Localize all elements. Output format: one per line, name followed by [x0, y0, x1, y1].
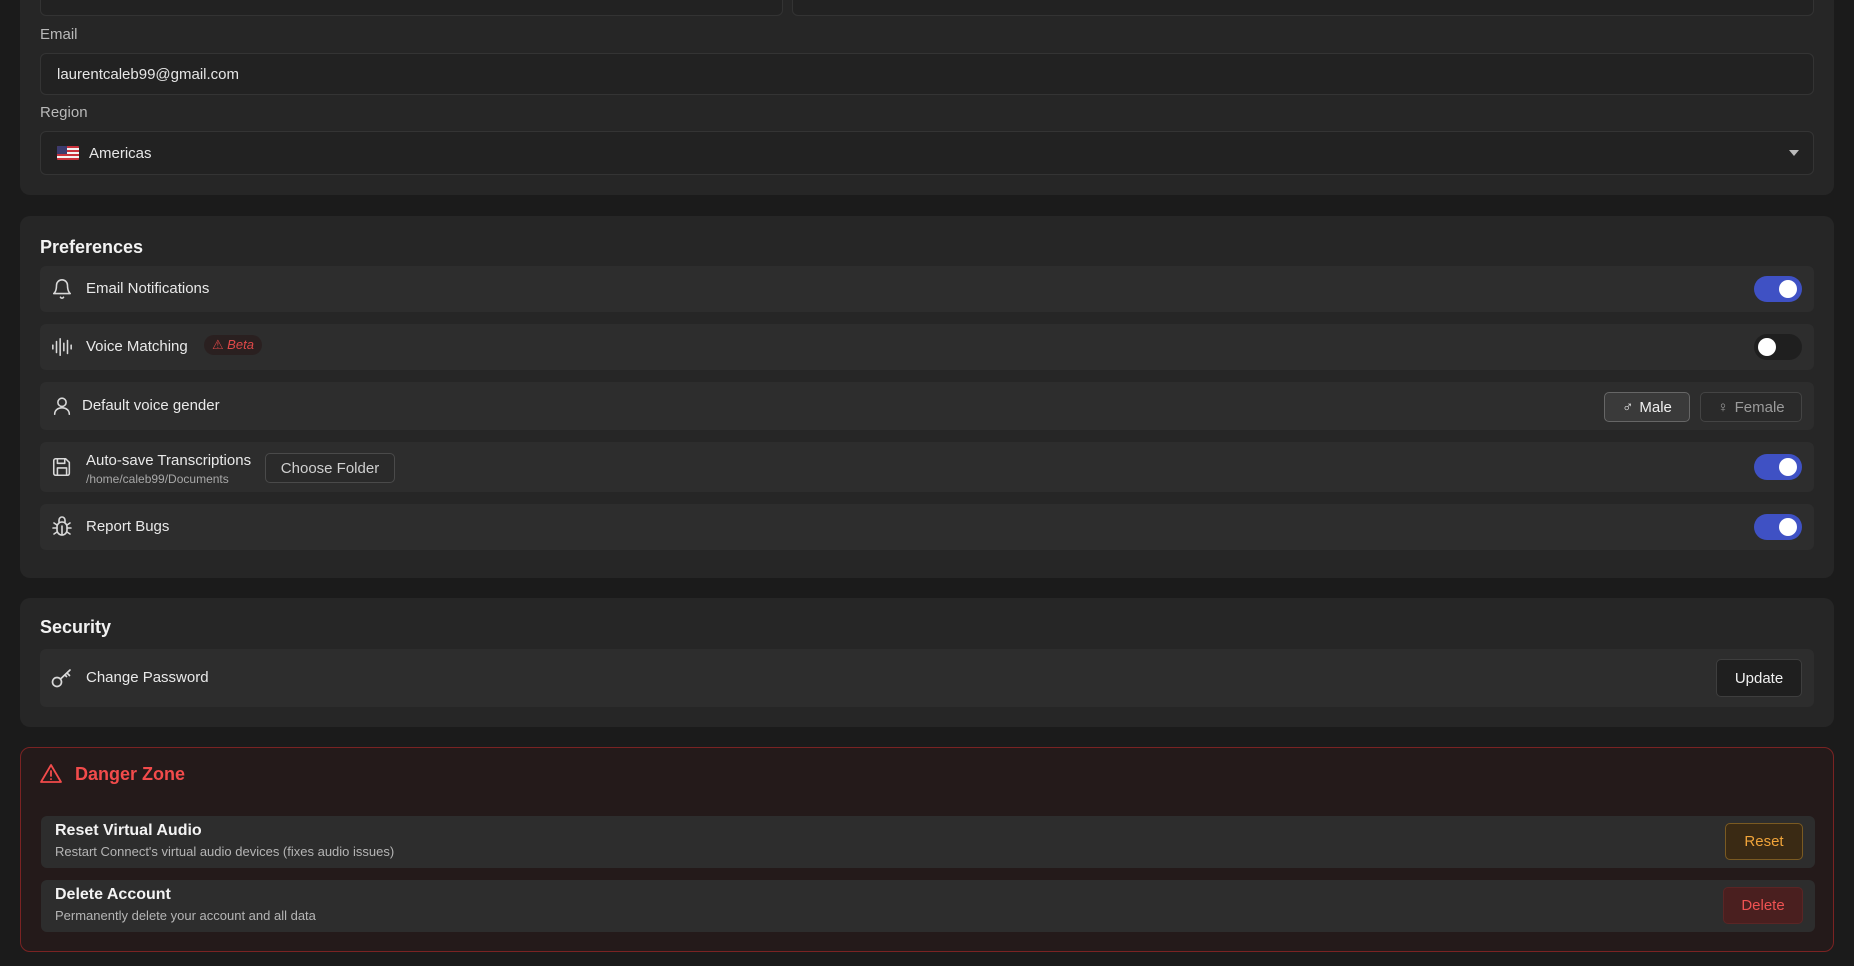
reset-virtual-audio-description: Restart Connect's virtual audio devices … — [55, 844, 395, 859]
male-symbol-icon: ♂ — [1622, 398, 1634, 416]
reset-virtual-audio-title: Reset Virtual Audio — [55, 822, 202, 839]
voice-matching-toggle[interactable] — [1754, 334, 1802, 360]
male-option-button[interactable]: ♂ Male — [1604, 392, 1690, 422]
delete-account-row: Delete Account Permanently delete your a… — [41, 880, 1815, 932]
save-icon — [50, 455, 74, 479]
chevron-down-icon — [1789, 150, 1799, 156]
preferences-title: Preferences — [40, 237, 144, 257]
bell-icon — [50, 277, 74, 301]
key-icon — [50, 666, 74, 690]
email-notifications-row: Email Notifications — [40, 266, 1814, 312]
danger-zone-card: Danger Zone Reset Virtual Audio Restart … — [20, 747, 1834, 952]
female-option-label: Female — [1734, 398, 1785, 416]
preferences-card: Preferences Email Notifications Voice Ma… — [20, 216, 1834, 578]
email-notifications-toggle[interactable] — [1754, 276, 1802, 302]
security-card: Security Change Password Update — [20, 598, 1834, 727]
voice-matching-label: Voice Matching — [86, 338, 188, 355]
region-select[interactable]: Americas — [40, 131, 1814, 175]
audio-waveform-icon — [50, 335, 74, 359]
default-voice-gender-row: Default voice gender ♂ Male ♀ Female — [40, 382, 1814, 430]
user-icon — [50, 394, 74, 418]
auto-save-row: Auto-save Transcriptions /home/caleb99/D… — [40, 442, 1814, 492]
last-name-field[interactable] — [792, 0, 1814, 16]
delete-account-title: Delete Account — [55, 886, 171, 903]
region-value: Americas — [89, 144, 152, 162]
female-option-button[interactable]: ♀ Female — [1700, 392, 1802, 422]
first-name-field[interactable] — [40, 0, 783, 16]
auto-save-label: Auto-save Transcriptions — [86, 452, 252, 469]
default-voice-gender-label: Default voice gender — [82, 397, 220, 414]
reset-virtual-audio-row: Reset Virtual Audio Restart Connect's vi… — [41, 816, 1815, 868]
report-bugs-label: Report Bugs — [86, 518, 170, 535]
email-notifications-label: Email Notifications — [86, 280, 210, 297]
report-bugs-row: Report Bugs — [40, 504, 1814, 550]
report-bugs-toggle[interactable] — [1754, 514, 1802, 540]
account-card: Email laurentcaleb99@gmail.com Region Am… — [20, 0, 1834, 195]
update-password-button[interactable]: Update — [1716, 659, 1802, 697]
auto-save-toggle[interactable] — [1754, 454, 1802, 480]
bug-icon — [50, 515, 74, 539]
email-label: Email — [40, 26, 78, 43]
reset-button[interactable]: Reset — [1725, 823, 1803, 860]
email-field[interactable]: laurentcaleb99@gmail.com — [40, 53, 1814, 95]
change-password-label: Change Password — [86, 669, 209, 686]
beta-badge: ⚠ Beta — [204, 335, 262, 355]
auto-save-path: /home/caleb99/Documents — [86, 472, 229, 486]
female-symbol-icon: ♀ — [1717, 398, 1729, 416]
us-flag-icon — [57, 146, 79, 160]
voice-matching-row: Voice Matching ⚠ Beta — [40, 324, 1814, 370]
email-value: laurentcaleb99@gmail.com — [57, 65, 239, 83]
danger-zone-title: Danger Zone — [75, 764, 186, 784]
region-label: Region — [40, 104, 88, 121]
change-password-row: Change Password Update — [40, 649, 1814, 707]
warning-triangle-icon — [39, 762, 63, 786]
security-title: Security — [40, 617, 112, 637]
delete-account-button[interactable]: Delete — [1723, 887, 1803, 924]
male-option-label: Male — [1639, 398, 1672, 416]
delete-account-description: Permanently delete your account and all … — [55, 908, 316, 923]
choose-folder-button[interactable]: Choose Folder — [265, 453, 395, 483]
